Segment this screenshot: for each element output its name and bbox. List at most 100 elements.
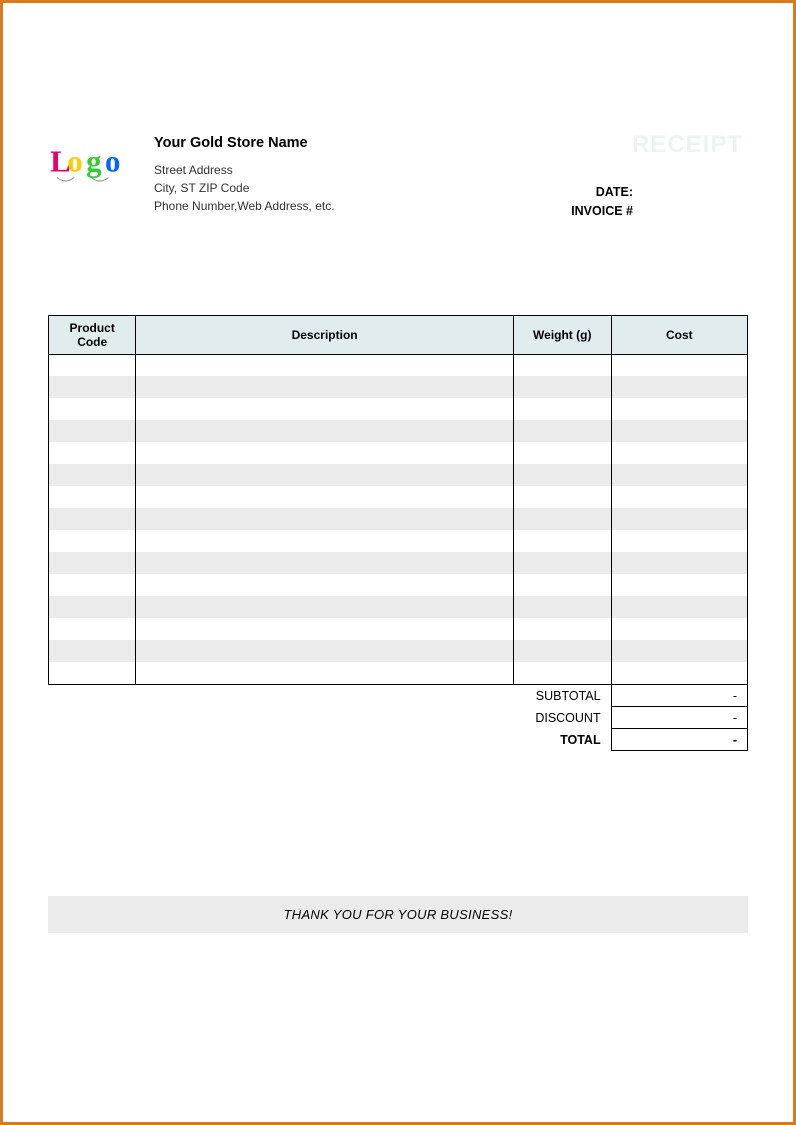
cell-weight — [513, 398, 611, 420]
cell-code — [49, 376, 136, 398]
table-row — [49, 552, 748, 574]
cell-description — [136, 442, 513, 464]
cell-code — [49, 442, 136, 464]
cell-description — [136, 618, 513, 640]
cell-code — [49, 530, 136, 552]
cell-code — [49, 464, 136, 486]
cell-weight — [513, 354, 611, 376]
receipt-page: RECEIPT L o g o Your Gold Store Name Str… — [0, 0, 796, 1125]
cell-description — [136, 486, 513, 508]
logo-icon: L o g o — [48, 133, 138, 193]
cell-weight — [513, 420, 611, 442]
address-line-2: City, ST ZIP Code — [154, 179, 748, 197]
col-header-weight: Weight (g) — [513, 315, 611, 354]
table-row — [49, 508, 748, 530]
cell-description — [136, 508, 513, 530]
total-value: - — [611, 729, 747, 751]
col-header-description: Description — [136, 315, 513, 354]
table-row — [49, 398, 748, 420]
cell-cost — [611, 552, 747, 574]
cell-code — [49, 574, 136, 596]
cell-code — [49, 662, 136, 684]
cell-description — [136, 574, 513, 596]
cell-description — [136, 640, 513, 662]
cell-cost — [611, 596, 747, 618]
invoice-meta: DATE: INVOICE # — [571, 183, 633, 221]
contact-line: Phone Number,Web Address, etc. — [154, 197, 748, 215]
totals-section: SUBTOTAL - DISCOUNT - TOTAL - — [48, 685, 748, 752]
svg-text:o: o — [67, 145, 82, 179]
invoice-number-label: INVOICE # — [571, 202, 633, 221]
date-label: DATE: — [571, 183, 633, 202]
cell-weight — [513, 552, 611, 574]
cell-cost — [611, 618, 747, 640]
total-label: TOTAL — [513, 729, 611, 751]
table-row — [49, 596, 748, 618]
cell-weight — [513, 442, 611, 464]
cell-weight — [513, 530, 611, 552]
cell-code — [49, 618, 136, 640]
cell-cost — [611, 376, 747, 398]
col-header-cost: Cost — [611, 315, 747, 354]
cell-code — [49, 596, 136, 618]
cell-cost — [611, 398, 747, 420]
col-header-code: Product Code — [49, 315, 136, 354]
cell-description — [136, 354, 513, 376]
cell-cost — [611, 640, 747, 662]
table-row — [49, 420, 748, 442]
items-table: Product Code Description Weight (g) Cost — [48, 315, 748, 685]
cell-cost — [611, 574, 747, 596]
cell-cost — [611, 486, 747, 508]
table-row — [49, 354, 748, 376]
cell-description — [136, 464, 513, 486]
cell-description — [136, 398, 513, 420]
cell-code — [49, 508, 136, 530]
cell-weight — [513, 662, 611, 684]
cell-weight — [513, 574, 611, 596]
table-row — [49, 574, 748, 596]
cell-cost — [611, 464, 747, 486]
discount-label: DISCOUNT — [513, 707, 611, 729]
subtotal-value: - — [611, 685, 747, 707]
cell-weight — [513, 508, 611, 530]
table-row — [49, 662, 748, 684]
table-row — [49, 530, 748, 552]
cell-description — [136, 552, 513, 574]
subtotal-label: SUBTOTAL — [513, 685, 611, 707]
cell-description — [136, 596, 513, 618]
cell-code — [49, 552, 136, 574]
cell-code — [49, 398, 136, 420]
cell-weight — [513, 464, 611, 486]
table-row — [49, 376, 748, 398]
cell-cost — [611, 442, 747, 464]
cell-description — [136, 420, 513, 442]
cell-cost — [611, 420, 747, 442]
cell-code — [49, 354, 136, 376]
table-row — [49, 464, 748, 486]
table-row — [49, 442, 748, 464]
svg-text:g: g — [86, 145, 102, 179]
table-row — [49, 486, 748, 508]
thank-you-banner: THANK YOU FOR YOUR BUSINESS! — [48, 896, 748, 933]
cell-weight — [513, 618, 611, 640]
cell-cost — [611, 508, 747, 530]
cell-cost — [611, 354, 747, 376]
cell-description — [136, 662, 513, 684]
address-line-1: Street Address — [154, 161, 748, 179]
cell-code — [49, 486, 136, 508]
svg-text:o: o — [105, 145, 120, 179]
cell-weight — [513, 486, 611, 508]
cell-cost — [611, 530, 747, 552]
cell-description — [136, 376, 513, 398]
cell-weight — [513, 640, 611, 662]
receipt-watermark: RECEIPT — [632, 131, 743, 159]
cell-weight — [513, 596, 611, 618]
cell-code — [49, 640, 136, 662]
cell-weight — [513, 376, 611, 398]
cell-code — [49, 420, 136, 442]
table-row — [49, 640, 748, 662]
discount-value: - — [611, 707, 747, 729]
table-row — [49, 618, 748, 640]
cell-cost — [611, 662, 747, 684]
cell-description — [136, 530, 513, 552]
